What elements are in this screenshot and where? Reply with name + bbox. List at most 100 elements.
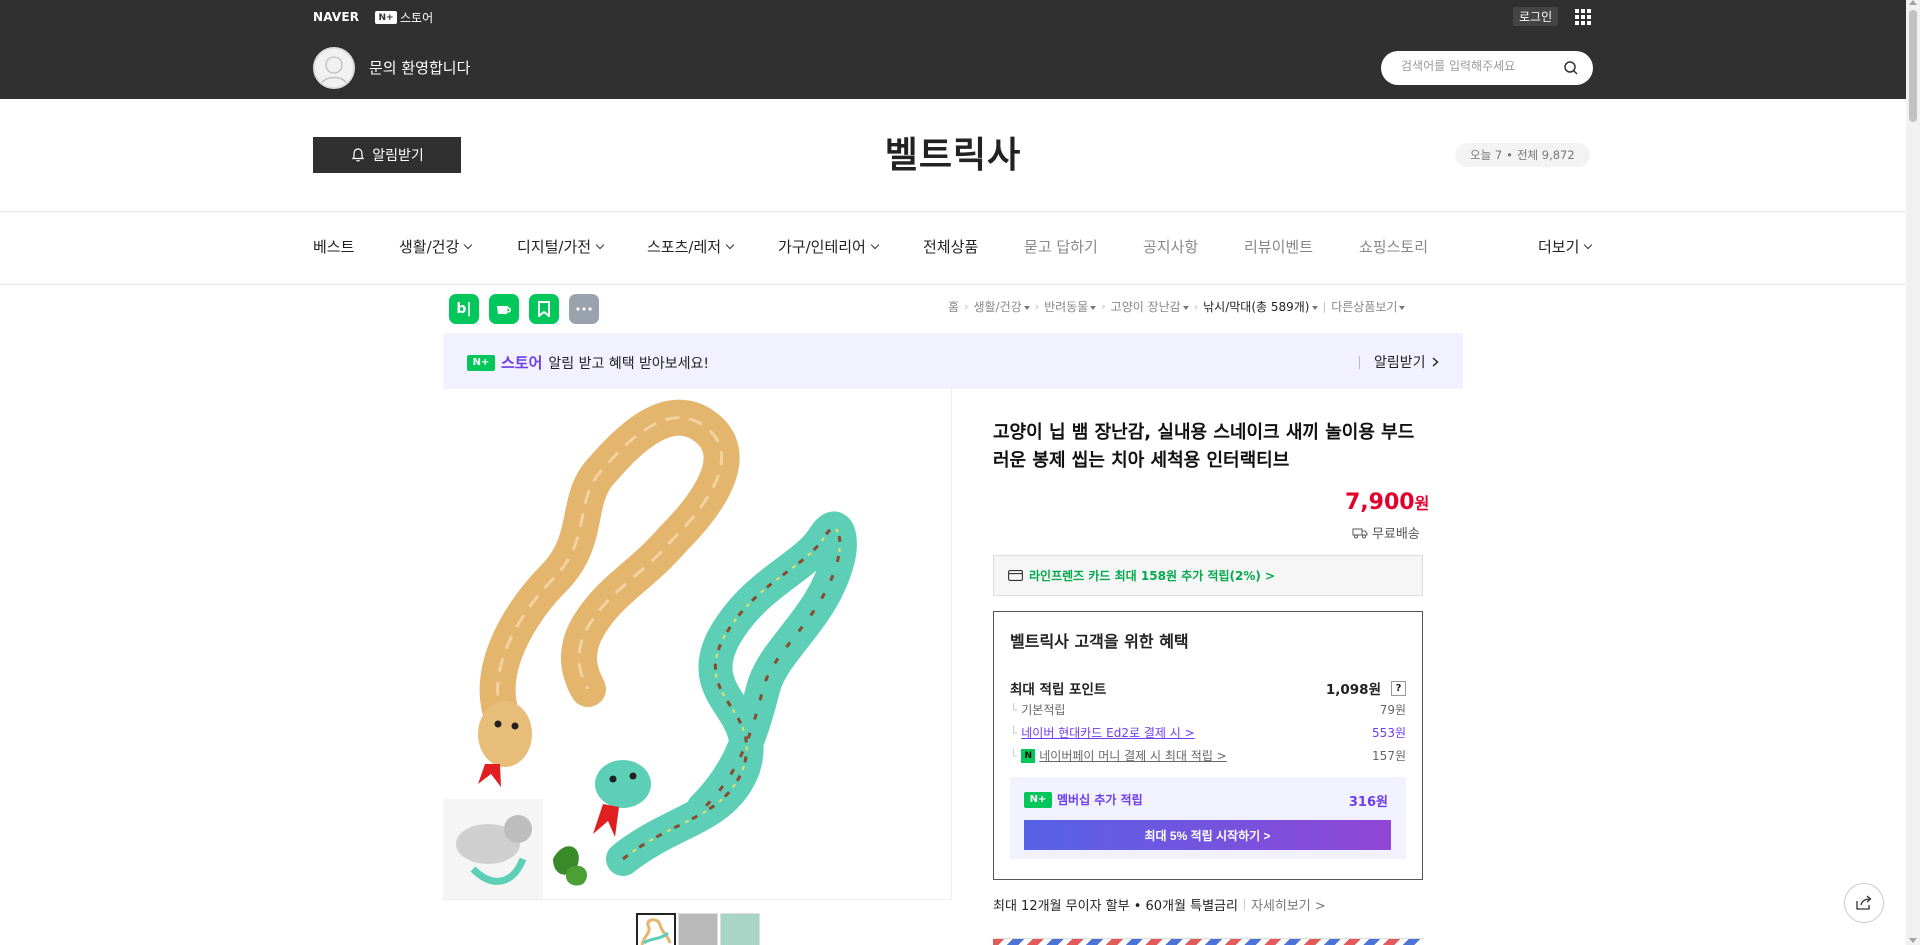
search-box[interactable] bbox=[1381, 51, 1593, 85]
nav-item-sports[interactable]: 스포츠/레저 bbox=[647, 236, 735, 257]
share-icon bbox=[1856, 895, 1872, 910]
chevron-down-icon bbox=[595, 240, 605, 249]
npay-money-value: 157원 bbox=[1372, 749, 1406, 763]
nav-divider bbox=[0, 284, 1906, 285]
thumbnail-divider bbox=[443, 899, 952, 900]
chevron-down-icon bbox=[870, 240, 880, 249]
nav-item-furniture[interactable]: 가구/인테리어 bbox=[778, 236, 880, 257]
breadcrumb-separator: › bbox=[964, 300, 969, 313]
nav-item-all-products[interactable]: 전체상품 bbox=[923, 236, 978, 257]
decorative-stripe bbox=[993, 938, 1423, 945]
thumbnail-snake-image bbox=[640, 918, 672, 945]
breadcrumb-separator: › bbox=[1034, 300, 1040, 313]
share-button[interactable] bbox=[1844, 883, 1884, 923]
bookmark-shape-icon bbox=[538, 301, 550, 317]
breadcrumb-pets[interactable]: 반려동물 bbox=[1044, 298, 1097, 315]
scroll-up-arrow[interactable] bbox=[1909, 0, 1917, 5]
nav-item-living-health[interactable]: 생활/건강 bbox=[399, 236, 473, 257]
nplus-store-logo[interactable]: N+ 스토어 bbox=[375, 9, 433, 26]
visitor-counter: 오늘 7 • 전체 9,872 bbox=[1455, 143, 1590, 167]
thumbnail-3[interactable] bbox=[720, 913, 760, 945]
store-title[interactable]: 벨트릭사 bbox=[0, 126, 1906, 178]
basic-points-label: 기본적립 bbox=[1021, 703, 1066, 717]
visitors-separator: • bbox=[1506, 148, 1513, 162]
nav-item-digital[interactable]: 디지털/가전 bbox=[517, 236, 605, 257]
dots-icon bbox=[576, 307, 592, 311]
blog-icon[interactable]: b| bbox=[449, 294, 479, 324]
card-offer-banner[interactable]: 라인프렌즈 카드 최대 158원 추가 적립(2%) > bbox=[993, 555, 1423, 596]
bookmark-icon[interactable] bbox=[529, 294, 559, 324]
installment-text: 최대 12개월 무이자 할부 • 60개월 특별금리 bbox=[993, 899, 1238, 914]
nav-item-qna[interactable]: 묻고 답하기 bbox=[1024, 236, 1098, 257]
price-currency: 원 bbox=[1414, 494, 1430, 513]
snake-toy-image bbox=[443, 399, 857, 899]
search-input[interactable] bbox=[1401, 59, 1561, 73]
promo-message: N+ 스토어 알림 받고 혜택 받아보세요! bbox=[467, 352, 709, 373]
max-points-value: 1,098원 bbox=[1325, 682, 1381, 698]
customer-benefit-box: 벨트릭사 고객을 위한 혜택 최대 적립 포인트 1,098원 ? └ 기본적립 … bbox=[993, 611, 1423, 880]
chevron-right-icon bbox=[1432, 357, 1439, 367]
promo-text: 알림 받고 혜택 받아보세요! bbox=[548, 355, 710, 372]
nav-more-button[interactable]: 더보기 bbox=[1538, 236, 1593, 257]
truck-icon bbox=[1352, 527, 1368, 539]
login-button[interactable]: 로그인 bbox=[1513, 7, 1559, 26]
product-main-image[interactable] bbox=[443, 389, 952, 899]
caret-down-icon bbox=[1182, 305, 1189, 310]
nav-item-best[interactable]: 베스트 bbox=[313, 236, 354, 257]
scrollbar-thumb[interactable] bbox=[1909, 10, 1917, 122]
store-welcome-text: 문의 환영합니다 bbox=[369, 59, 471, 77]
npay-money-link[interactable]: 네이버페이 머니 결제 시 최대 적립 > bbox=[1039, 747, 1227, 764]
breadcrumb-living-health[interactable]: 생활/건강 bbox=[973, 298, 1030, 315]
shipping-info: 무료배송 bbox=[1352, 523, 1420, 542]
app-grid-icon[interactable] bbox=[1575, 9, 1591, 25]
help-icon[interactable]: ? bbox=[1391, 680, 1406, 696]
breadcrumb-separator: › bbox=[1101, 300, 1106, 313]
more-icon[interactable] bbox=[569, 294, 599, 324]
start-membership-button[interactable]: 최대 5% 적립 시작하기 > bbox=[1024, 820, 1391, 850]
price-amount: 7,900 bbox=[1345, 490, 1415, 515]
max-points-row: 최대 적립 포인트 1,098원 ? bbox=[1010, 678, 1406, 698]
thumbnail-2[interactable] bbox=[678, 913, 718, 945]
chevron-down-icon bbox=[725, 240, 735, 249]
store-avatar[interactable] bbox=[313, 47, 355, 89]
breadcrumb-home[interactable]: 홈 bbox=[948, 298, 959, 315]
installment-more-link[interactable]: 자세히보기 > bbox=[1251, 895, 1326, 914]
product-title: 고양이 닙 뱀 장난감, 실내용 스네이크 새끼 놀이용 부드러운 봉제 씹는 … bbox=[993, 422, 1415, 471]
npay-money-row: └ N 네이버페이 머니 결제 시 최대 적립 > 157원 bbox=[1010, 747, 1406, 764]
naver-logo[interactable]: NAVER bbox=[313, 10, 359, 24]
nplus-badge: N+ bbox=[1024, 791, 1052, 808]
promo-store-word: 스토어 bbox=[501, 354, 543, 372]
page-scrollbar[interactable] bbox=[1906, 0, 1920, 945]
visitors-total: 전체 9,872 bbox=[1516, 148, 1575, 162]
nav-item-notice[interactable]: 공지사항 bbox=[1143, 236, 1198, 257]
breadcrumb-fishing-rod[interactable]: 낚시/막대(총 589개) bbox=[1203, 298, 1318, 315]
breadcrumb-cat-toys[interactable]: 고양이 장난감 bbox=[1111, 298, 1189, 315]
nplus-badge: N+ bbox=[375, 11, 397, 24]
thumbnail-strip bbox=[636, 913, 760, 945]
nplus-store-label: 스토어 bbox=[400, 11, 434, 25]
basic-points-row: └ 기본적립 79원 bbox=[1010, 702, 1406, 718]
breadcrumb-separator: | bbox=[1322, 300, 1327, 313]
nav-item-shopping-story[interactable]: 쇼핑스토리 bbox=[1359, 236, 1428, 257]
shipping-label: 무료배송 bbox=[1372, 527, 1420, 542]
max-points-label: 최대 적립 포인트 bbox=[1010, 682, 1107, 698]
nav-item-review-event[interactable]: 리뷰이벤트 bbox=[1244, 236, 1313, 257]
benefit-title: 벨트릭사 고객을 위한 혜택 bbox=[1010, 632, 1189, 651]
basic-points-value: 79원 bbox=[1379, 703, 1406, 717]
search-icon[interactable] bbox=[1563, 60, 1579, 76]
promo-alert-link[interactable]: 알림받기 bbox=[1359, 352, 1439, 372]
thumbnail-1[interactable] bbox=[636, 913, 676, 945]
scroll-down-arrow[interactable] bbox=[1909, 938, 1917, 943]
credit-card-icon bbox=[1008, 570, 1023, 581]
header-divider bbox=[0, 211, 1906, 212]
membership-label: 멤버십 추가 적립 bbox=[1057, 793, 1143, 807]
nplus-badge: N+ bbox=[467, 354, 495, 371]
breadcrumb-other-products[interactable]: 다른상품보기 bbox=[1331, 298, 1406, 315]
coffee-cup-icon bbox=[497, 306, 511, 314]
cafe-icon[interactable] bbox=[489, 294, 519, 324]
nplus-store-promo-banner: N+ 스토어 알림 받고 혜택 받아보세요! 알림받기 bbox=[443, 333, 1463, 389]
membership-value: 316원 bbox=[1348, 795, 1388, 810]
hyundai-card-link[interactable]: 네이버 현대카드 Ed2로 결제 시 > bbox=[1021, 724, 1194, 741]
hyundai-card-value: 553원 bbox=[1372, 726, 1406, 740]
avatar-face-icon bbox=[320, 56, 348, 86]
